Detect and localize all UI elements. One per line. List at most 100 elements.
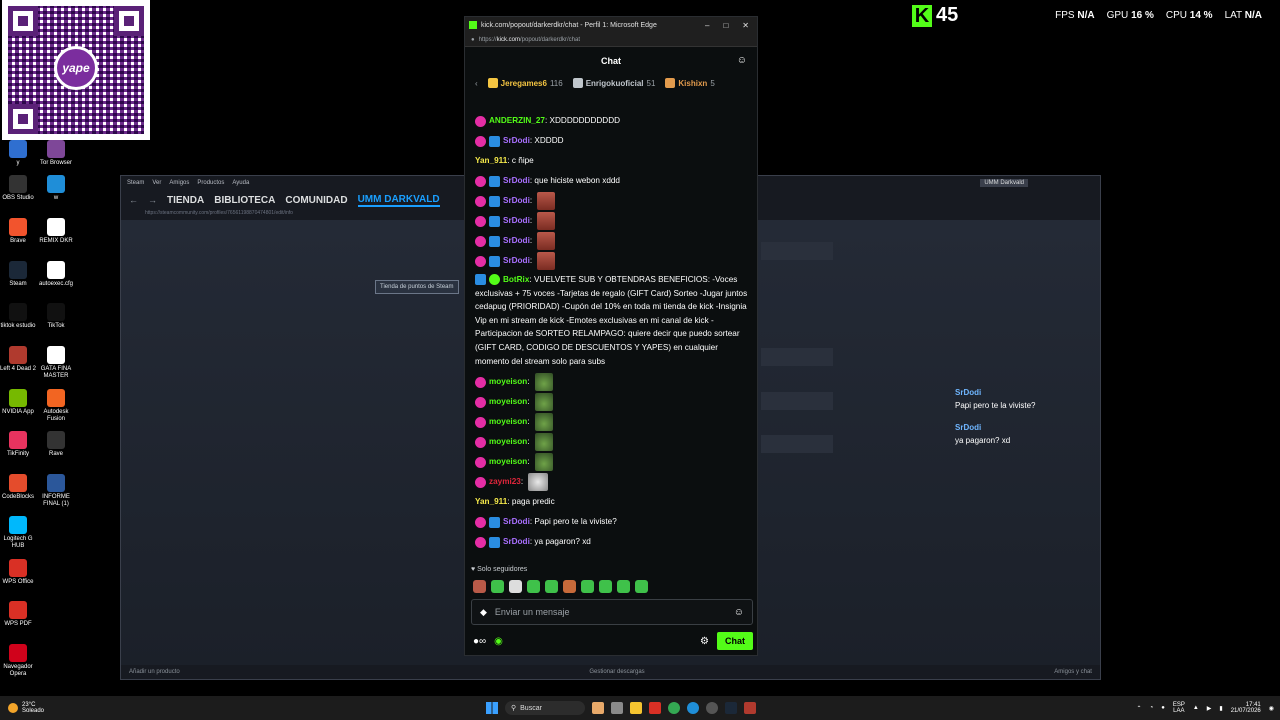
steam-menu-item[interactable]: Productos bbox=[197, 180, 224, 186]
desktop-icon[interactable]: autoexec.cfg bbox=[36, 261, 76, 288]
chat-username[interactable]: SrDodi bbox=[503, 254, 530, 268]
desktop-icon[interactable]: y bbox=[0, 140, 38, 167]
emoji-icon[interactable]: ☺ bbox=[734, 607, 744, 618]
steam-menu-item[interactable]: Ver bbox=[152, 180, 161, 186]
steam-dropdown[interactable] bbox=[761, 392, 833, 410]
battery-icon[interactable]: ▮ bbox=[1219, 705, 1222, 712]
forward-arrow-icon[interactable]: → bbox=[148, 195, 157, 205]
widget-icon[interactable] bbox=[592, 702, 604, 714]
desktop-icon[interactable]: Logitech G HUB bbox=[0, 516, 38, 550]
desktop-icon[interactable]: Autodesk Fusion bbox=[36, 389, 76, 423]
chevron-up-icon[interactable]: ⌃ bbox=[1137, 705, 1142, 712]
edge-icon[interactable] bbox=[687, 702, 699, 714]
chat-username[interactable]: moyeison bbox=[489, 455, 527, 469]
notification-bell-icon[interactable]: ◉ bbox=[1269, 705, 1274, 712]
kick-icon[interactable]: ◉ bbox=[494, 636, 503, 647]
wifi-icon[interactable]: ▲ bbox=[1193, 705, 1199, 711]
steam-menu-item[interactable]: Ayuda bbox=[232, 180, 249, 186]
desktop-icon[interactable]: Navegador Opera bbox=[0, 644, 38, 678]
emote-icon[interactable] bbox=[509, 580, 522, 593]
chat-username[interactable]: BotRix bbox=[503, 275, 529, 284]
nav-community[interactable]: COMUNIDAD bbox=[285, 195, 347, 206]
chat-username[interactable]: Yan_911 bbox=[475, 495, 507, 509]
back-arrow-icon[interactable]: ← bbox=[129, 195, 138, 205]
taskbar-search[interactable]: ⚲ Buscar bbox=[505, 701, 585, 715]
manage-downloads-link[interactable]: Gestionar descargas bbox=[589, 669, 644, 675]
chat-username[interactable]: ANDERZIN_27 bbox=[489, 114, 545, 128]
nav-profile[interactable]: UMM DARKVALD bbox=[357, 194, 440, 207]
desktop-icon[interactable]: WPS PDF bbox=[0, 601, 38, 628]
desktop-icon[interactable]: CodeBlocks bbox=[0, 474, 38, 501]
task-view-icon[interactable] bbox=[611, 702, 623, 714]
desktop-icon[interactable]: Steam bbox=[0, 261, 38, 288]
chat-username[interactable]: zaymi23 bbox=[489, 475, 521, 489]
desktop-icon[interactable]: NVIDIA App bbox=[0, 389, 38, 416]
emote-icon[interactable] bbox=[491, 580, 504, 593]
chat-username[interactable]: SrDodi bbox=[503, 515, 530, 529]
add-product-link[interactable]: Añadir un producto bbox=[129, 669, 180, 675]
send-chat-button[interactable]: Chat bbox=[717, 632, 753, 650]
chat-username[interactable]: SrDodi bbox=[503, 194, 530, 208]
desktop-icon[interactable]: REMIX DKR bbox=[36, 218, 76, 245]
chrome-icon[interactable] bbox=[668, 702, 680, 714]
nav-library[interactable]: BIBLIOTECA bbox=[214, 195, 275, 206]
address-bar[interactable]: ● https://kick.com/popout/darkerdkr/chat bbox=[465, 33, 757, 47]
network-icon[interactable]: ◔ bbox=[1150, 705, 1154, 711]
weather-widget[interactable]: 23°C Soleado bbox=[0, 702, 200, 714]
desktop-icon[interactable]: TikTok bbox=[36, 303, 76, 330]
user-settings-icon[interactable]: ☺ bbox=[737, 55, 747, 66]
volume-icon[interactable]: ▶ bbox=[1207, 705, 1212, 712]
desktop-icon[interactable]: w bbox=[36, 175, 76, 202]
desktop-icon[interactable]: Brave bbox=[0, 218, 38, 245]
desktop-icon[interactable]: tiktok estudio bbox=[0, 303, 38, 330]
settings-icon[interactable] bbox=[706, 702, 718, 714]
desktop-icon[interactable]: Tor Browser bbox=[36, 140, 76, 167]
minimize-icon[interactable]: – bbox=[705, 21, 709, 30]
emote-icon[interactable] bbox=[545, 580, 558, 593]
wps-icon[interactable] bbox=[649, 702, 661, 714]
chat-username[interactable]: moyeison bbox=[489, 435, 527, 449]
desktop-icon[interactable]: GATA FINA MASTER bbox=[36, 346, 76, 380]
chat-username[interactable]: SrDodi bbox=[503, 535, 530, 549]
steam-user-menu[interactable]: UMM Darkvald bbox=[980, 179, 1028, 187]
emote-icon[interactable] bbox=[617, 580, 630, 593]
emote-icon[interactable] bbox=[473, 580, 486, 593]
left4dead-icon[interactable] bbox=[744, 702, 756, 714]
emote-icon[interactable] bbox=[635, 580, 648, 593]
emote-icon[interactable] bbox=[599, 580, 612, 593]
desktop-icon[interactable]: WPS Office bbox=[0, 559, 38, 586]
points-shop-button[interactable]: Tienda de puntos de Steam bbox=[375, 280, 459, 294]
friends-chat-link[interactable]: Amigos y chat bbox=[1054, 669, 1092, 675]
chat-username[interactable]: SrDodi bbox=[503, 174, 530, 188]
steam-dropdown[interactable] bbox=[761, 348, 833, 366]
nav-store[interactable]: TIENDA bbox=[167, 195, 204, 206]
desktop-icon[interactable]: INFORME FINAL (1) bbox=[36, 474, 76, 508]
steam-menu-item[interactable]: Steam bbox=[127, 180, 144, 186]
file-explorer-icon[interactable] bbox=[630, 702, 642, 714]
chat-username[interactable]: moyeison bbox=[489, 395, 527, 409]
steam-icon[interactable] bbox=[725, 702, 737, 714]
windows-start-icon[interactable] bbox=[486, 702, 498, 714]
message-input[interactable]: ◆ Enviar un mensaje ☺ bbox=[471, 599, 753, 625]
chat-username[interactable]: moyeison bbox=[489, 415, 527, 429]
gifter-3[interactable]: Kishixn 5 bbox=[665, 78, 715, 88]
edge-chat-window[interactable]: kick.com/popout/darkerdkr/chat - Perfil … bbox=[464, 16, 758, 656]
chat-username[interactable]: SrDodi bbox=[503, 134, 530, 148]
mic-icon[interactable]: ● bbox=[1161, 705, 1165, 711]
desktop-icon[interactable]: TikFinity bbox=[0, 431, 38, 458]
chat-username[interactable]: SrDodi bbox=[503, 214, 530, 228]
steam-dropdown[interactable] bbox=[761, 435, 833, 453]
emote-icon[interactable] bbox=[581, 580, 594, 593]
emote-icon[interactable] bbox=[527, 580, 540, 593]
close-icon[interactable]: ✕ bbox=[742, 21, 749, 30]
chevron-left-icon[interactable]: ‹ bbox=[475, 79, 478, 88]
maximize-icon[interactable]: □ bbox=[723, 21, 728, 30]
desktop-icon[interactable]: Rave bbox=[36, 431, 76, 458]
gifter-2[interactable]: Enrigokuoficial 51 bbox=[572, 78, 655, 88]
desktop-icon[interactable]: OBS Studio bbox=[0, 175, 38, 202]
users-icon[interactable]: ●∞ bbox=[473, 636, 486, 647]
gifter-1[interactable]: Jeregames6 116 bbox=[487, 78, 563, 88]
emote-icon[interactable] bbox=[563, 580, 576, 593]
chat-username[interactable]: SrDodi bbox=[503, 234, 530, 248]
steam-menu-item[interactable]: Amigos bbox=[169, 180, 189, 186]
